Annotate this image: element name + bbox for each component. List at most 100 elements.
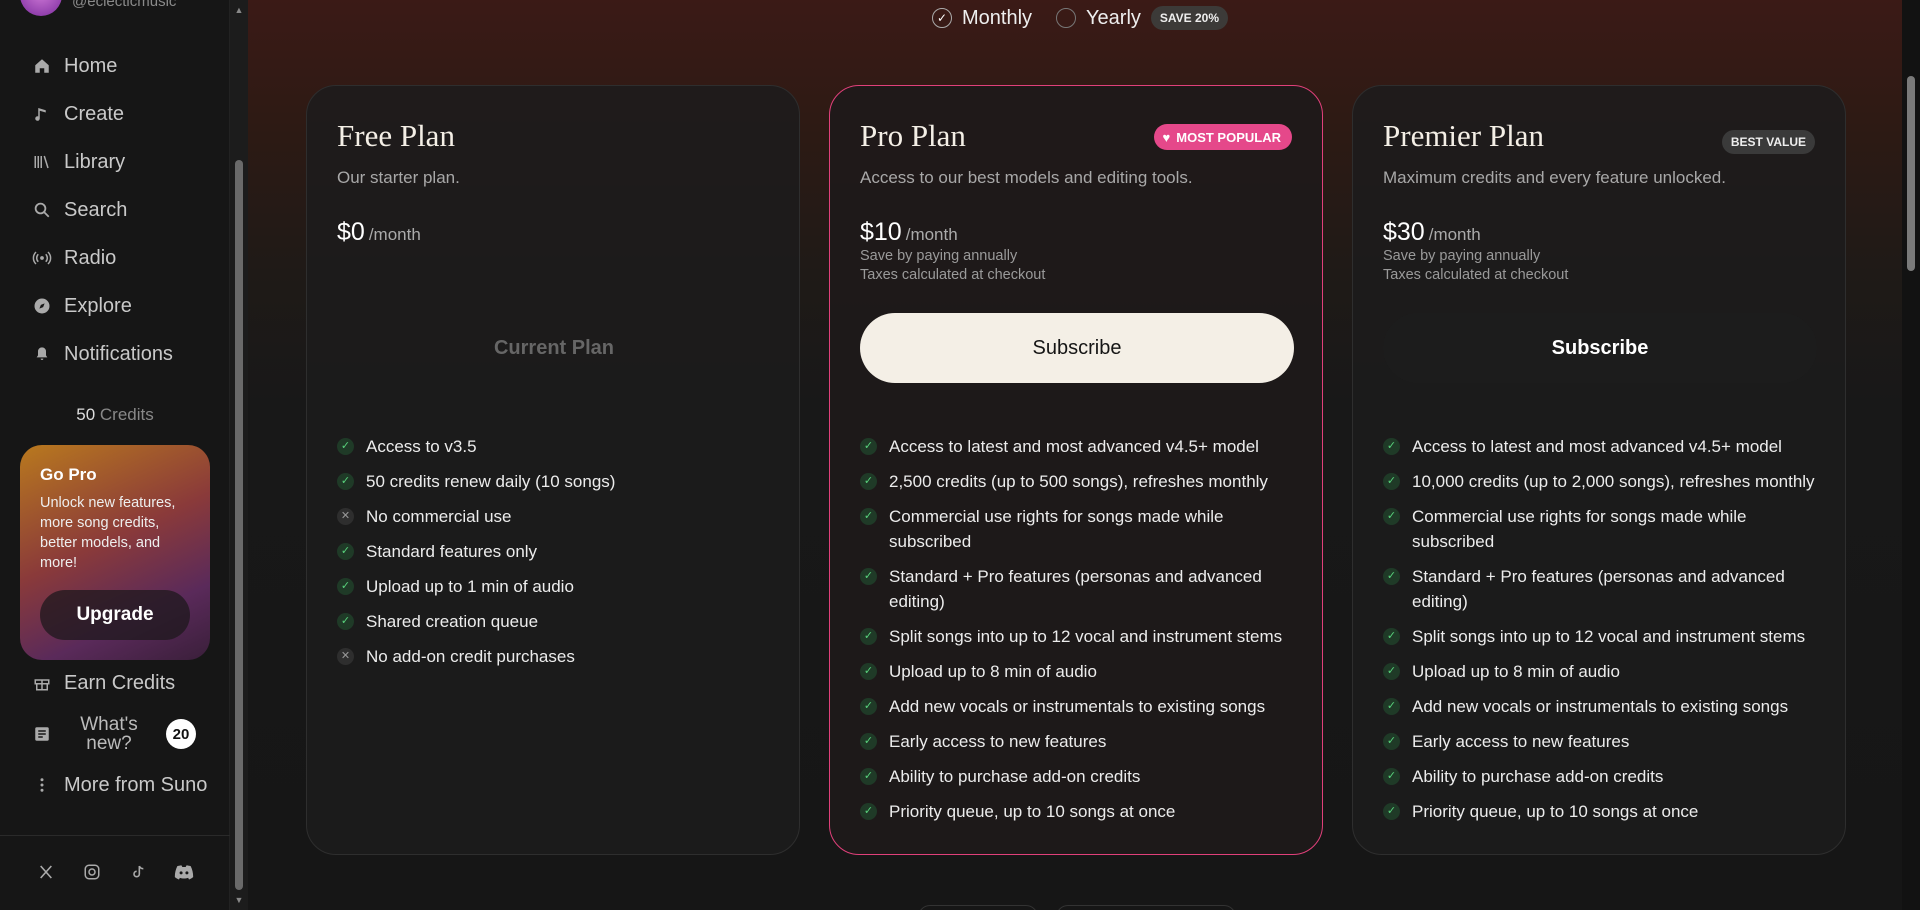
feature-item: ✓ Ability to purchase add-on credits [860, 764, 1300, 789]
billing-toggle: ✓ Monthly ✓ Yearly SAVE 20% [932, 6, 1229, 30]
yearly-label[interactable]: Yearly [1086, 7, 1141, 30]
feature-text: Ability to purchase add-on credits [889, 767, 1141, 786]
check-icon: ✓ [337, 613, 354, 630]
upgrade-button[interactable]: Upgrade [40, 590, 190, 640]
nav-notifications[interactable]: Notifications [0, 330, 230, 378]
avatar[interactable] [20, 0, 62, 16]
subscribe-premier-button[interactable]: Subscribe [1383, 313, 1817, 383]
sidebar: @eclecticmusic Home Create Library Searc… [0, 0, 230, 910]
feature-item: ✓ Commercial use rights for songs made wh… [1383, 504, 1823, 554]
check-icon: ✓ [1383, 473, 1400, 490]
price-period: /month [368, 225, 421, 244]
subscribe-pro-button[interactable]: Subscribe [860, 313, 1294, 383]
nav-whats-new[interactable]: What's new? 20 [0, 706, 230, 762]
nav-label: Notifications [64, 342, 173, 365]
plan-note-annual: Save by paying annually [860, 248, 1018, 264]
check-icon: ✓ [1383, 803, 1400, 820]
feature-item: ✓ Access to latest and most advanced v4.5… [860, 434, 1300, 459]
nav-library[interactable]: Library [0, 138, 230, 186]
monthly-radio[interactable]: ✓ [932, 8, 952, 28]
bottom-pill[interactable] [918, 905, 1038, 910]
x-mark-icon: ✕ [337, 648, 354, 665]
check-icon: ✓ [860, 438, 877, 455]
feature-text: Commercial use rights for songs made whi… [889, 507, 1224, 551]
feature-item: ✓ Ability to purchase add-on credits [1383, 764, 1823, 789]
feature-text: 50 credits renew daily (10 songs) [366, 472, 616, 491]
go-pro-title: Go Pro [40, 465, 97, 484]
nav-explore[interactable]: Explore [0, 282, 230, 330]
profile[interactable]: @eclecticmusic [20, 0, 176, 16]
check-icon: ✓ [337, 438, 354, 455]
sidebar-scrollbar-thumb[interactable] [235, 160, 243, 890]
feature-text: Upload up to 8 min of audio [1412, 662, 1620, 681]
nav-earn-credits[interactable]: Earn Credits [0, 660, 230, 706]
monthly-label[interactable]: Monthly [962, 7, 1032, 30]
go-pro-card: Go Pro Unlock new features, more song cr… [20, 445, 210, 660]
nav-home[interactable]: Home [0, 42, 230, 90]
check-icon: ✓ [860, 803, 877, 820]
feature-item: ✓ Split songs into up to 12 vocal and ins… [1383, 624, 1823, 649]
scroll-up-arrow-icon[interactable]: ▲ [234, 6, 244, 15]
nav-radio[interactable]: Radio [0, 234, 230, 282]
social-links [36, 862, 194, 882]
heart-icon: ♥ [1162, 129, 1171, 145]
nav-create[interactable]: Create [0, 90, 230, 138]
feature-text: Standard + Pro features (personas and ad… [889, 567, 1262, 611]
yearly-radio[interactable]: ✓ [1056, 8, 1077, 28]
bottom-controls [918, 905, 1236, 910]
page-scrollbar-thumb[interactable] [1907, 76, 1915, 271]
feature-text: No add-on credit purchases [366, 647, 575, 666]
check-icon: ✓ [1383, 628, 1400, 645]
plan-card-pro: Pro Plan ♥ MOST POPULAR Access to our bes… [829, 85, 1323, 855]
plan-note-taxes: Taxes calculated at checkout [1383, 267, 1569, 283]
sidebar-scrollbar[interactable]: ▲ ▼ [230, 0, 248, 910]
check-icon: ✓ [860, 628, 877, 645]
tiktok-icon[interactable] [128, 862, 148, 882]
price-amount: $10 [860, 218, 902, 246]
most-popular-badge: ♥ MOST POPULAR [1153, 124, 1292, 150]
feature-item: ✓ Shared creation queue [337, 609, 777, 634]
gift-icon [32, 673, 52, 693]
nav-search[interactable]: Search [0, 186, 230, 234]
feature-item: ✓ Upload up to 8 min of audio [1383, 659, 1823, 684]
feature-list: ✓ Access to latest and most advanced v4.5… [1383, 434, 1823, 834]
feature-list: ✓ Access to latest and most advanced v4.5… [860, 434, 1300, 834]
badge-label: MOST POPULAR [1176, 129, 1281, 145]
feature-text: Add new vocals or instrumentals to exist… [1412, 697, 1789, 716]
newspaper-icon [32, 724, 52, 744]
nav-more-from-suno[interactable]: More from Suno [0, 762, 230, 808]
radio-icon [32, 248, 52, 268]
plan-note-taxes: Taxes calculated at checkout [860, 267, 1046, 283]
plan-card-premier: Premier Plan BEST VALUE Maximum credits … [1352, 85, 1846, 855]
check-icon: ✓ [1383, 663, 1400, 680]
plan-description: Access to our best models and editing to… [860, 168, 1193, 187]
more-vertical-icon [32, 775, 52, 795]
best-value-badge: BEST VALUE [1721, 130, 1815, 154]
feature-item: ✓ Add new vocals or instrumentals to exis… [1383, 694, 1823, 719]
feature-item: ✓ Split songs into up to 12 vocal and ins… [860, 624, 1300, 649]
divider [0, 835, 230, 836]
scroll-down-arrow-icon[interactable]: ▼ [234, 896, 244, 905]
bell-icon [32, 344, 52, 364]
page-scrollbar[interactable] [1902, 0, 1920, 910]
plan-name: Free Plan [337, 118, 455, 153]
check-icon: ✓ [1383, 733, 1400, 750]
feature-text: Early access to new features [889, 732, 1107, 751]
feature-text: Standard + Pro features (personas and ad… [1412, 567, 1785, 611]
discord-icon[interactable] [174, 862, 194, 882]
feature-text: Priority queue, up to 10 songs at once [1412, 802, 1699, 821]
check-icon: ✓ [860, 733, 877, 750]
x-icon[interactable] [36, 862, 56, 882]
plan-description: Our starter plan. [337, 168, 460, 187]
x-mark-icon: ✕ [337, 508, 354, 525]
instagram-icon[interactable] [82, 862, 102, 882]
feature-text: Ability to purchase add-on credits [1412, 767, 1664, 786]
bottom-pill[interactable] [1056, 905, 1236, 910]
pricing-main: ✓ Monthly ✓ Yearly SAVE 20% Free Plan Ou… [248, 0, 1902, 910]
nav-label: Explore [64, 294, 132, 317]
plan-description: Maximum credits and every feature unlock… [1383, 168, 1726, 187]
feature-text: Upload up to 1 min of audio [366, 577, 574, 596]
check-icon: ✓ [860, 508, 877, 525]
feature-text: 10,000 credits (up to 2,000 songs), refr… [1412, 472, 1815, 491]
plan-price: $30/month [1383, 218, 1815, 247]
